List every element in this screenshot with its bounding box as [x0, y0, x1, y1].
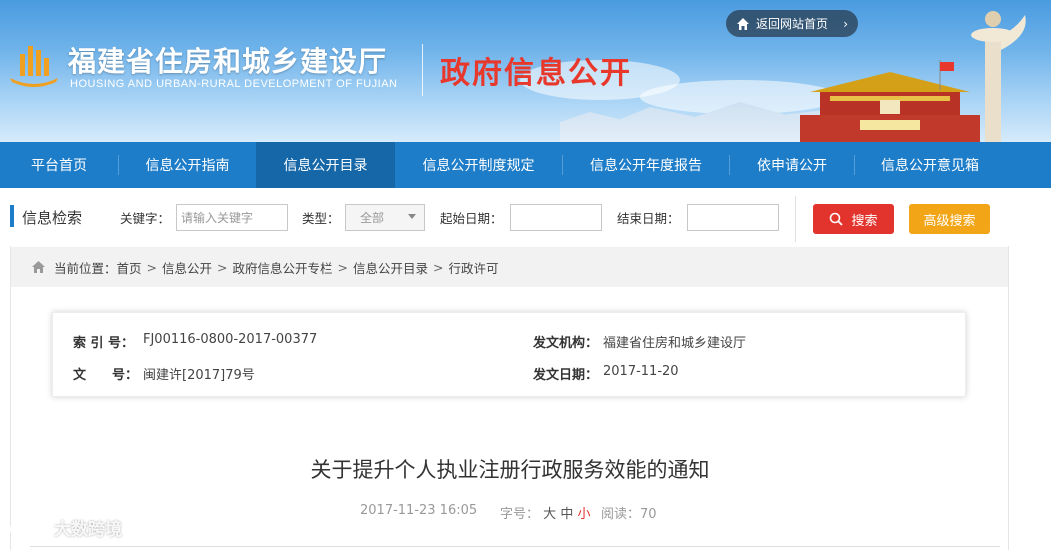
- breadcrumb-separator: >: [433, 259, 444, 275]
- search-title-accent: [10, 205, 14, 227]
- search-icon: [830, 212, 844, 226]
- nav-item-application[interactable]: 依申请公开: [730, 142, 854, 188]
- title-divider: [422, 44, 423, 96]
- issue-date-value: 2017-11-20: [603, 364, 679, 379]
- section-title: 政府信息公开: [440, 56, 632, 91]
- font-size-medium[interactable]: 中: [560, 507, 573, 522]
- breadcrumb-separator: >: [217, 259, 228, 275]
- font-size-label: 字号：: [500, 507, 540, 522]
- issuing-org-label: 发文机构：: [533, 336, 599, 351]
- watermark-text: 大数跨境: [54, 520, 122, 540]
- breadcrumb-prefix: 当前位置：: [54, 260, 117, 276]
- return-home-label: 返回网站首页: [756, 17, 829, 31]
- search-divider: [795, 196, 796, 242]
- return-home-button[interactable]: 返回网站首页 ›: [726, 10, 858, 37]
- advanced-search-button[interactable]: 高级搜索: [909, 204, 990, 234]
- read-count-label: 阅读：: [601, 507, 641, 522]
- keyword-input[interactable]: 请输入关键字: [176, 204, 288, 231]
- nav-item-catalog[interactable]: 信息公开目录: [256, 142, 395, 188]
- read-count-value: 70: [640, 507, 657, 522]
- header-banner: 福建省住房和城乡建设厅 HOUSING AND URBAN-RURAL DEVE…: [0, 0, 1051, 142]
- nav-item-home[interactable]: 平台首页: [0, 142, 118, 188]
- breadcrumb-separator: >: [337, 259, 349, 275]
- end-date-input[interactable]: [687, 204, 779, 231]
- breadcrumb-link-license[interactable]: 行政许可: [449, 258, 499, 277]
- font-size-large[interactable]: 大: [543, 507, 556, 522]
- breadcrumb-link-home[interactable]: 首页: [117, 258, 142, 277]
- breadcrumb-link-column[interactable]: 政府信息公开专栏: [233, 258, 333, 277]
- huabiao-pillar-decoration: [971, 11, 1026, 142]
- divider: [30, 546, 1000, 547]
- type-label: 类型：: [302, 211, 340, 226]
- watermark-logo-icon: [10, 518, 48, 536]
- keyword-label: 关键字：: [120, 211, 171, 226]
- nav-item-annual-report[interactable]: 信息公开年度报告: [563, 142, 729, 188]
- issue-date-label: 发文日期：: [533, 368, 599, 383]
- publish-time: 2017-11-23 16:05: [360, 503, 478, 518]
- nav-item-regulations[interactable]: 信息公开制度规定: [395, 142, 562, 188]
- type-select-value: 全部: [360, 211, 385, 225]
- document-meta-box: 索 引 号： FJ00116-0800-2017-00377 发文机构： 福建省…: [52, 312, 966, 397]
- department-logo-icon: [10, 46, 58, 87]
- breadcrumb: 当前位置： 首页 > 信息公开 > 政府信息公开专栏 > 信息公开目录 > 行政…: [11, 247, 1008, 287]
- chevron-right-icon: ›: [843, 16, 848, 31]
- search-button-label: 搜索: [851, 213, 878, 229]
- main-nav: 平台首页 信息公开指南 信息公开目录 信息公开制度规定 信息公开年度报告 依申请…: [0, 142, 1051, 188]
- issuing-org-value: 福建省住房和城乡建设厅: [603, 336, 747, 351]
- nav-item-feedback[interactable]: 信息公开意见箱: [855, 142, 1005, 188]
- start-date-label: 起始日期：: [440, 211, 503, 226]
- chevron-down-icon: [408, 214, 416, 219]
- breadcrumb-link-catalog[interactable]: 信息公开目录: [353, 258, 428, 277]
- end-date-label: 结束日期：: [617, 211, 680, 226]
- watermark: 大数跨境: [8, 515, 122, 540]
- font-size-control: 字号： 大 中 小: [500, 503, 590, 522]
- search-title: 信息检索: [22, 209, 83, 227]
- breadcrumb-separator: >: [146, 259, 158, 275]
- start-date-input[interactable]: [510, 204, 602, 231]
- document-number-label: 文 号：: [73, 368, 139, 383]
- search-button[interactable]: 搜索: [813, 204, 894, 234]
- type-select[interactable]: 全部: [345, 204, 425, 231]
- site-subtitle: HOUSING AND URBAN-RURAL DEVELOPMENT OF F…: [70, 78, 398, 90]
- index-number-value: FJ00116-0800-2017-00377: [143, 332, 318, 347]
- home-icon: [32, 261, 45, 273]
- article-title: 关于提升个人执业注册行政服务效能的通知: [310, 458, 710, 482]
- breadcrumb-link-info[interactable]: 信息公开: [162, 258, 212, 277]
- document-number-value: 闽建许[2017]79号: [143, 368, 255, 383]
- read-count: 阅读：70: [601, 503, 657, 522]
- site-title: 福建省住房和城乡建设厅: [68, 45, 388, 78]
- font-size-small[interactable]: 小: [577, 507, 590, 522]
- nav-item-guide[interactable]: 信息公开指南: [119, 142, 256, 188]
- home-icon: [737, 17, 749, 30]
- index-number-label: 索 引 号：: [73, 336, 135, 351]
